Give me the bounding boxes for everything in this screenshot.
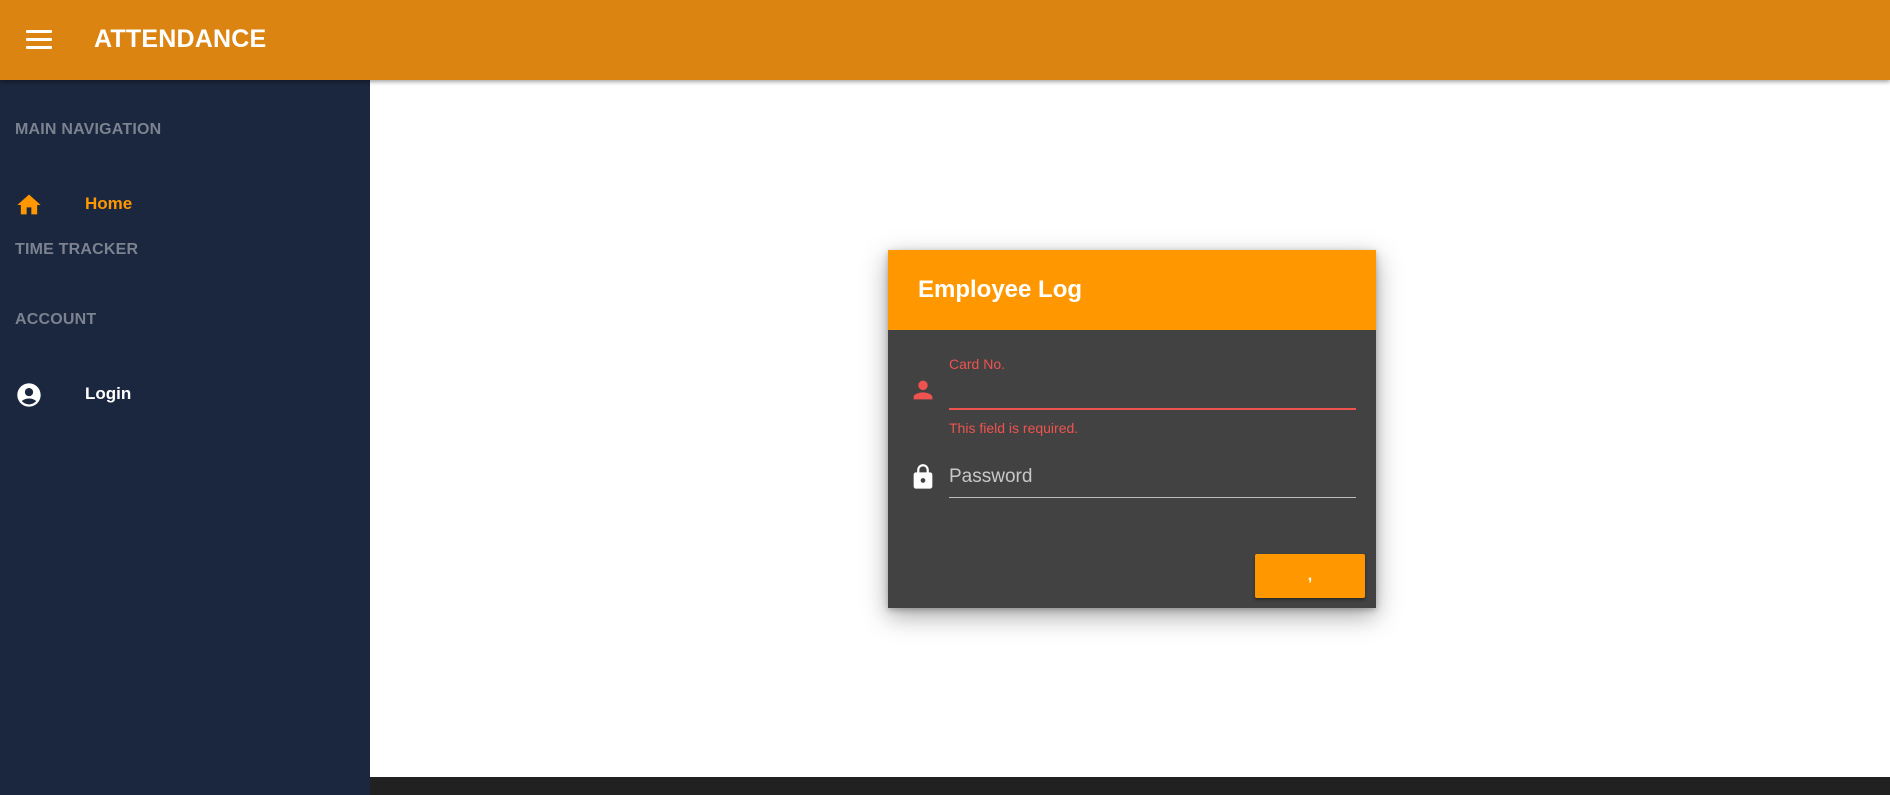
person-icon: [913, 380, 933, 400]
card-no-underline: [949, 408, 1356, 410]
footer-bar: [370, 777, 1890, 795]
sidebar-item-login[interactable]: Login: [0, 369, 370, 417]
sidebar-item-home[interactable]: Home: [0, 179, 370, 227]
home-icon: [17, 194, 41, 215]
app-bar: ATTENDANCE: [0, 0, 1890, 80]
card-no-label: Card No.: [949, 356, 1006, 372]
sidebar-item-label: Home: [85, 194, 133, 213]
section-heading-account: ACCOUNT: [15, 311, 97, 328]
sidebar: MAIN NAVIGATION Home TIME TRACKER ACCOUN…: [0, 80, 370, 795]
lock-icon: [913, 464, 933, 489]
password-input[interactable]: [949, 462, 1356, 492]
menu-icon[interactable]: [26, 29, 52, 51]
account-circle-icon: [17, 383, 41, 407]
card-header: Employee Log: [888, 250, 1376, 330]
submit-button[interactable]: ,: [1255, 554, 1365, 598]
password-underline: [949, 497, 1356, 498]
sidebar-item-label: Login: [85, 384, 132, 403]
section-heading-time-tracker: TIME TRACKER: [15, 241, 139, 258]
app-title: ATTENDANCE: [94, 25, 267, 53]
card-no-input[interactable]: [949, 375, 1356, 405]
card-no-error: This field is required.: [949, 420, 1079, 436]
section-heading-main-navigation: MAIN NAVIGATION: [15, 121, 162, 138]
card-title: Employee Log: [918, 276, 1083, 303]
login-card: Employee Log Card No. This field is requ…: [888, 250, 1376, 608]
